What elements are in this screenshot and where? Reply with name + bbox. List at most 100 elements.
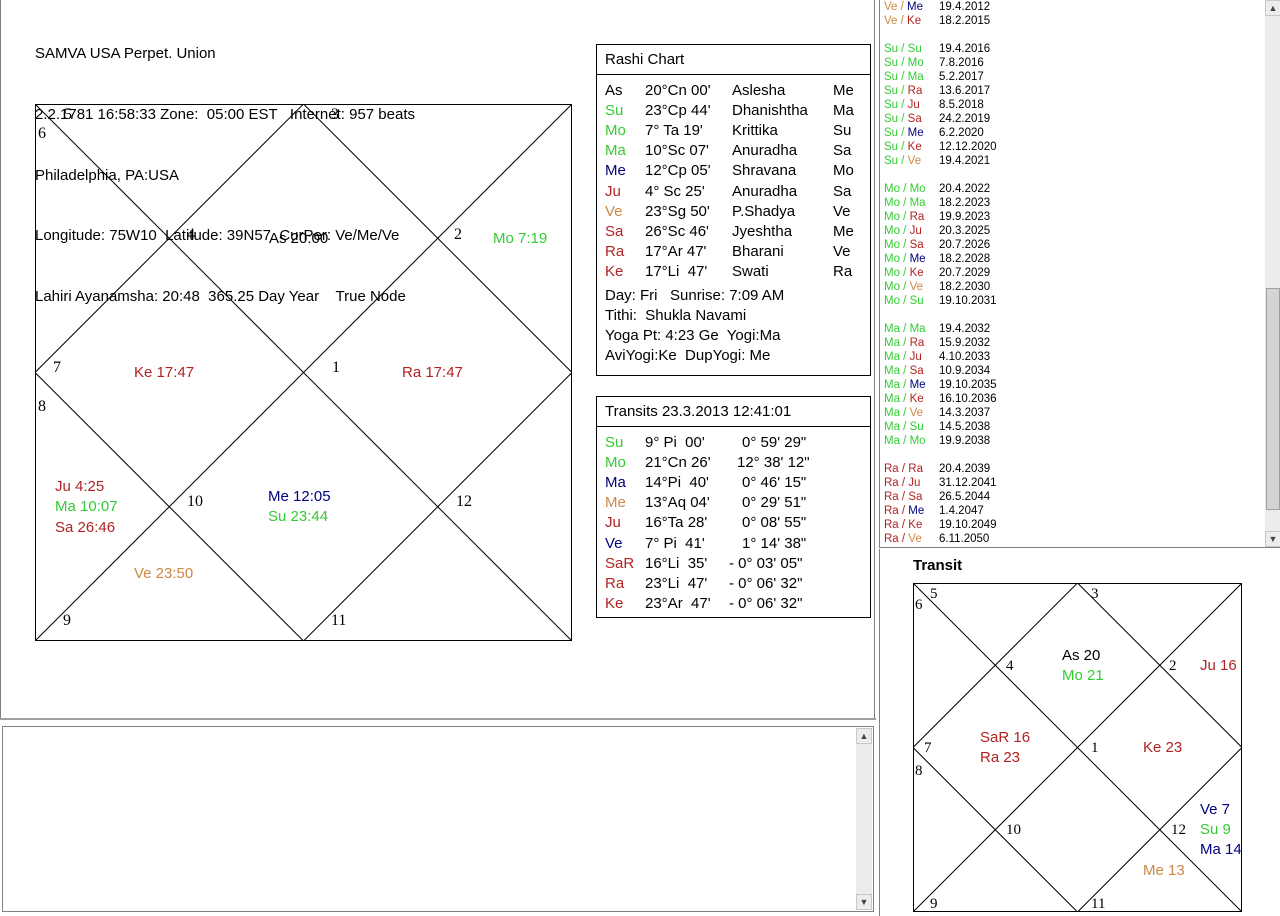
dasha-list-pane[interactable]: Ve / Me 19.4.2012 Ve / Ke 18.2.2015 Su / Su 1… (879, 0, 1280, 548)
dasha-major-lord: Mo (884, 183, 900, 195)
dasha-major-lord: Ma (884, 323, 900, 335)
dasha-row[interactable]: Ma / Ke 16.10.2036 (884, 392, 997, 406)
dasha-separator: / (899, 323, 910, 335)
dasha-row[interactable]: Mo / Ke 20.7.2029 (884, 266, 990, 280)
dasha-row[interactable]: Su / Mo 7.8.2016 (884, 56, 984, 70)
dasha-scroll-thumb[interactable] (1266, 288, 1280, 510)
rashi-nakshatra: Shravana (732, 162, 797, 180)
dasha-start-date: 19.4.2021 (939, 155, 991, 167)
dasha-row[interactable]: Mo / Ma 18.2.2023 (884, 196, 990, 210)
dasha-row[interactable]: Mo / Ve 18.2.2030 (884, 280, 990, 294)
dasha-row[interactable]: Ve / Ke 18.2.2015 (884, 14, 990, 28)
transit-speed: - 0° 06' 32" (729, 594, 803, 612)
dasha-row[interactable]: Su / Ke 12.12.2020 (884, 140, 997, 154)
dasha-row[interactable]: Ma / Su 14.5.2038 (884, 420, 990, 434)
dasha-row[interactable]: Mo / Ra 19.9.2023 (884, 210, 990, 224)
dasha-sub-lord: Ju (909, 351, 922, 363)
dasha-row[interactable]: Ma / Sa 10.9.2034 (884, 364, 990, 378)
house-number-1: 1 (332, 359, 340, 376)
rashi-chart-panel: Rashi Chart As 20°Cn 00' Aslesha Me Su 23°Cp … (596, 44, 871, 376)
dasha-row[interactable]: Ma / Ve 14.3.2037 (884, 406, 990, 420)
dasha-row[interactable]: Mo / Me 18.2.2028 (884, 252, 990, 266)
dasha-major-lord: Su (884, 99, 899, 111)
transit-chart-grid (913, 583, 1242, 912)
dasha-row[interactable]: Ma / Ra 15.9.2032 (884, 336, 990, 350)
transit-planet-ketu: Ke 23 (1143, 739, 1183, 756)
planet-ketu: Ke 17:47 (134, 364, 195, 381)
dasha-separator: / (899, 351, 910, 363)
transit-degree: 9° Pi 00' (645, 434, 705, 451)
dasha-row[interactable]: Su / Ju 8.5.2018 (884, 98, 984, 112)
dasha-start-date: 4.10.2033 (939, 351, 991, 363)
dasha-sub-lord: Mo (909, 435, 926, 447)
dasha-separator: / (898, 519, 909, 531)
dasha-row[interactable]: Mo / Su 19.10.2031 (884, 294, 997, 308)
dasha-separator: / (899, 239, 910, 251)
dasha-separator: / (899, 197, 910, 209)
dasha-row[interactable]: Su / Ma 5.2.2017 (884, 70, 984, 84)
dasha-row[interactable]: Ve / Me 19.4.2012 (884, 0, 990, 14)
dasha-sub-lord: Ra (908, 463, 923, 475)
dasha-row[interactable]: Mo / Ju 20.3.2025 (884, 224, 990, 238)
dasha-sub-lord: Ju (907, 99, 920, 111)
dasha-scrollbar[interactable]: ▲ ▼ (1265, 0, 1280, 547)
house-number-12: 12 (456, 493, 472, 510)
transit-chart-title: Transit (913, 557, 963, 574)
notes-text-area[interactable]: ▲ ▼ (2, 726, 874, 912)
rashi-nakshatra: Anuradha (732, 142, 798, 160)
dasha-start-date: 18.2.2030 (939, 281, 991, 293)
notes-scrollbar[interactable]: ▲ ▼ (856, 728, 872, 910)
dasha-row[interactable]: Ma / Ju 4.10.2033 (884, 350, 990, 364)
notes-scroll-up-button[interactable]: ▲ (856, 728, 872, 744)
dasha-row[interactable]: Ra / Me 1.4.2047 (884, 504, 984, 518)
dasha-row[interactable]: Ra / Sa 26.5.2044 (884, 490, 990, 504)
dasha-row[interactable]: Ra / Ra 20.4.2039 (884, 462, 990, 476)
dasha-start-date: 26.5.2044 (939, 491, 991, 503)
dasha-start-date: 12.12.2020 (939, 141, 997, 153)
notes-scroll-down-button[interactable]: ▼ (856, 894, 872, 910)
dasha-row[interactable]: Su / Ve 19.4.2021 (884, 154, 990, 168)
dasha-separator: / (899, 295, 910, 307)
transit-planet-venus: Ve 7 (1200, 801, 1231, 818)
dasha-row[interactable]: Su / Su 19.4.2016 (884, 42, 990, 56)
rashi-tithi: Tithi: Shukla Navami (605, 307, 747, 324)
dasha-row[interactable]: Su / Ra 13.6.2017 (884, 84, 990, 98)
rashi-degree: 20°Cn 00' (645, 82, 711, 99)
dasha-sub-lord: Ve (909, 407, 924, 419)
dasha-start-date: 15.9.2032 (939, 337, 991, 349)
dasha-row[interactable]: Ma / Me 19.10.2035 (884, 378, 997, 392)
dasha-start-date: 13.6.2017 (939, 85, 991, 97)
dasha-major-lord: Mo (884, 253, 900, 265)
transit-house-12: 12 (1171, 822, 1186, 838)
dasha-row[interactable]: Su / Sa 24.2.2019 (884, 112, 990, 126)
planet-mars: Ma 10:07 (55, 498, 118, 515)
dasha-sub-lord: Ke (907, 141, 922, 153)
dasha-scroll-up-button[interactable]: ▲ (1265, 0, 1280, 16)
dasha-row[interactable]: Ra / Ju 31.12.2041 (884, 476, 997, 490)
dasha-scroll-down-button[interactable]: ▼ (1265, 531, 1280, 547)
dasha-major-lord: Ma (884, 365, 900, 377)
rashi-degree: 10°Sc 07' (645, 142, 709, 160)
dasha-row[interactable]: Ma / Mo 19.9.2038 (884, 434, 990, 448)
transit-house-4: 4 (1006, 658, 1014, 674)
dasha-sub-lord: Mo (907, 57, 924, 69)
rashi-nakshatra: Jyeshtha (732, 222, 793, 240)
dasha-row[interactable]: Ra / Ke 19.10.2049 (884, 518, 997, 532)
transit-degree: 16°Li 35' (645, 554, 708, 572)
dasha-sub-lord: Me (907, 1, 924, 13)
dasha-sub-lord: Sa (907, 113, 922, 125)
transit-chart[interactable]: 1 2 3 4 5 6 7 8 9 10 11 12 As 20 Mo 21 J… (913, 583, 1242, 912)
rashi-planet: Ke (605, 262, 624, 280)
transits-title: Transits 23.3.2013 12:41:01 (597, 397, 870, 427)
dasha-sub-lord: Ju (909, 225, 922, 237)
dasha-row[interactable]: Ma / Ma 19.4.2032 (884, 322, 990, 336)
dasha-row[interactable]: Mo / Mo 20.4.2022 (884, 182, 990, 196)
pane-splitter[interactable] (0, 718, 876, 720)
rashi-planet: Su (605, 102, 624, 120)
dasha-row[interactable]: Mo / Sa 20.7.2026 (884, 238, 990, 252)
transit-house-3: 3 (1091, 586, 1099, 602)
main-birth-chart[interactable]: 1 2 3 4 5 6 7 8 9 10 11 12 As 20:00 Mo 7… (35, 104, 572, 641)
rashi-nakshatra-lord: Ve (833, 202, 851, 220)
dasha-row[interactable]: Su / Me 6.2.2020 (884, 126, 984, 140)
dasha-row[interactable]: Ra / Ve 6.11.2050 (884, 532, 989, 546)
